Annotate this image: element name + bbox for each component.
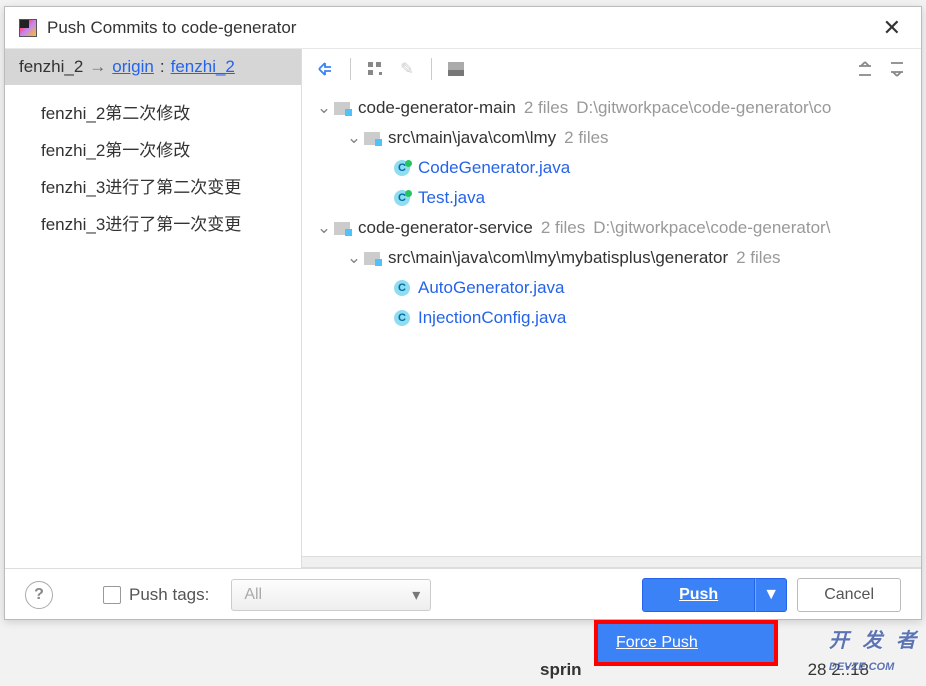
java-file-icon: C — [394, 160, 410, 176]
commits-list: fenzhi_2第二次修改 fenzhi_2第一次修改 fenzhi_3进行了第… — [5, 85, 301, 249]
dialog-title: Push Commits to code-generator — [47, 18, 877, 38]
chevron-down-icon[interactable]: ⌄ — [314, 218, 334, 238]
file-name: AutoGenerator.java — [418, 278, 564, 298]
button-bar: ? Push tags: All Push ▼ Cancel — [5, 569, 921, 621]
file-row[interactable]: C InjectionConfig.java — [302, 303, 921, 333]
title-bar: Push Commits to code-generator ✕ — [5, 7, 921, 49]
cancel-button[interactable]: Cancel — [797, 578, 901, 612]
file-count: 2 files — [524, 98, 568, 118]
chevron-down-icon[interactable]: ⌄ — [314, 98, 334, 118]
commit-item[interactable]: fenzhi_2第二次修改 — [5, 93, 301, 130]
files-pane: ✎ ⌄ code-generator-main 2 file — [301, 49, 921, 568]
folder-icon — [364, 132, 380, 145]
checkbox-icon[interactable] — [103, 586, 121, 604]
chevron-down-icon[interactable]: ⌄ — [344, 248, 364, 268]
module-name: code-generator-service — [358, 218, 533, 238]
app-icon — [19, 19, 37, 37]
java-file-icon: C — [394, 190, 410, 206]
files-toolbar: ✎ — [302, 49, 921, 89]
push-dropdown-icon[interactable]: ▼ — [755, 578, 787, 612]
remote-branch-link[interactable]: fenzhi_2 — [171, 57, 235, 77]
collapse-icon[interactable] — [312, 55, 340, 83]
file-count: 2 files — [541, 218, 585, 238]
module-row[interactable]: ⌄ code-generator-main 2 files D:\gitwork… — [302, 93, 921, 123]
push-button[interactable]: Push — [642, 578, 755, 612]
file-row[interactable]: C Test.java — [302, 183, 921, 213]
file-name: Test.java — [418, 188, 485, 208]
local-branch: fenzhi_2 — [19, 57, 83, 77]
module-icon — [334, 102, 350, 115]
expand-all-icon[interactable] — [851, 55, 879, 83]
remote-link[interactable]: origin — [112, 57, 154, 77]
module-path: D:\gitworkpace\code-generator\ — [593, 218, 830, 238]
push-dialog: Push Commits to code-generator ✕ fenzhi_… — [4, 6, 922, 620]
main-content: fenzhi_2 → origin : fenzhi_2 fenzhi_2第二次… — [5, 49, 921, 569]
help-icon[interactable]: ? — [25, 581, 53, 609]
branch-indicator[interactable]: fenzhi_2 → origin : fenzhi_2 — [5, 49, 301, 85]
module-icon — [334, 222, 350, 235]
grid-icon[interactable] — [361, 55, 389, 83]
package-name: src\main\java\com\lmy — [388, 128, 556, 148]
commit-item[interactable]: fenzhi_2第一次修改 — [5, 130, 301, 167]
collapse-all-icon[interactable] — [883, 55, 911, 83]
package-name: src\main\java\com\lmy\mybatisplus\genera… — [388, 248, 728, 268]
push-tags-checkbox[interactable]: Push tags: — [103, 585, 209, 605]
chevron-down-icon[interactable]: ⌄ — [344, 128, 364, 148]
push-button-group: Push ▼ — [642, 578, 787, 612]
package-row[interactable]: ⌄ src\main\java\com\lmy 2 files — [302, 123, 921, 153]
module-row[interactable]: ⌄ code-generator-service 2 files D:\gitw… — [302, 213, 921, 243]
colon: : — [160, 57, 165, 77]
file-row[interactable]: C AutoGenerator.java — [302, 273, 921, 303]
file-name: CodeGenerator.java — [418, 158, 570, 178]
file-row[interactable]: C CodeGenerator.java — [302, 153, 921, 183]
force-push-item[interactable]: Force Push — [598, 624, 774, 662]
tags-value: All — [244, 586, 262, 604]
push-tags-label: Push tags: — [129, 585, 209, 605]
file-name: InjectionConfig.java — [418, 308, 566, 328]
module-name: code-generator-main — [358, 98, 516, 118]
brand-watermark: 开 发 者 DEVZE.COM — [829, 624, 920, 676]
separator — [350, 58, 351, 80]
close-icon[interactable]: ✕ — [877, 17, 907, 39]
commits-pane: fenzhi_2 → origin : fenzhi_2 fenzhi_2第二次… — [5, 49, 301, 568]
folder-icon — [364, 252, 380, 265]
tags-select[interactable]: All — [231, 579, 431, 611]
java-file-icon: C — [394, 310, 410, 326]
file-tree: ⌄ code-generator-main 2 files D:\gitwork… — [302, 89, 921, 556]
edit-icon[interactable]: ✎ — [393, 55, 421, 83]
commit-item[interactable]: fenzhi_3进行了第一次变更 — [5, 204, 301, 241]
package-row[interactable]: ⌄ src\main\java\com\lmy\mybatisplus\gene… — [302, 243, 921, 273]
separator — [431, 58, 432, 80]
splitter[interactable] — [302, 556, 921, 568]
push-dropdown-menu: Force Push — [594, 620, 778, 666]
arrow-icon: → — [89, 57, 106, 77]
commit-item[interactable]: fenzhi_3进行了第二次变更 — [5, 167, 301, 204]
file-count: 2 files — [736, 248, 780, 268]
preview-icon[interactable] — [442, 55, 470, 83]
file-count: 2 files — [564, 128, 608, 148]
module-path: D:\gitworkpace\code-generator\co — [576, 98, 831, 118]
java-file-icon: C — [394, 280, 410, 296]
